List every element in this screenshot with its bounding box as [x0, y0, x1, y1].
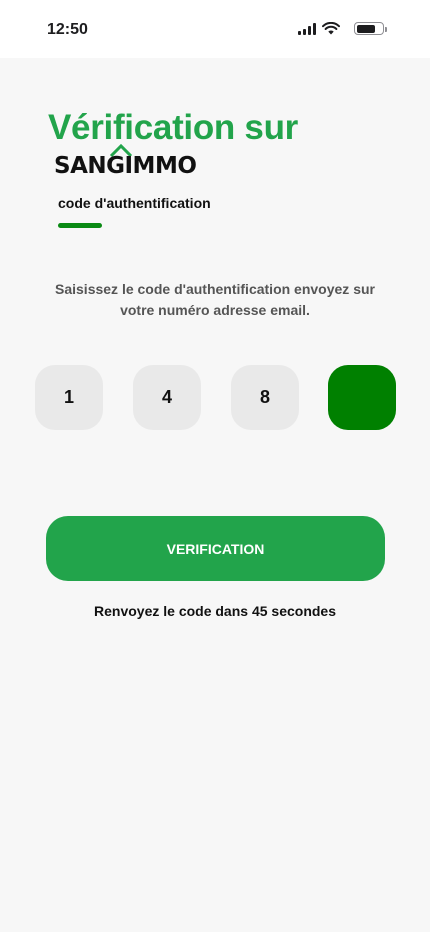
code-digit-input-4[interactable] — [328, 365, 396, 430]
section-subtitle: code d'authentification — [58, 195, 211, 211]
cellular-signal-icon — [298, 22, 316, 35]
status-time: 12:50 — [47, 21, 88, 38]
instructions-text: Saisissez le code d'authentification env… — [55, 281, 375, 318]
sangimmo-logo: SANGIMMO — [54, 143, 214, 179]
page-title: Vérification sur — [48, 108, 298, 147]
subtitle-underline — [58, 223, 102, 228]
logo-text: SANGIMMO — [54, 153, 197, 179]
resend-code-text: Renvoyez le code dans 45 secondes — [94, 603, 336, 619]
verify-button[interactable]: VERIFICATION — [46, 516, 385, 581]
status-icons — [298, 22, 387, 35]
battery-icon — [354, 22, 387, 35]
code-digit-input-1[interactable]: 1 — [35, 365, 103, 430]
wifi-icon — [322, 22, 340, 35]
code-digit-input-2[interactable]: 4 — [133, 365, 201, 430]
code-digit-input-3[interactable]: 8 — [231, 365, 299, 430]
status-bar: 12:50 — [0, 0, 430, 58]
